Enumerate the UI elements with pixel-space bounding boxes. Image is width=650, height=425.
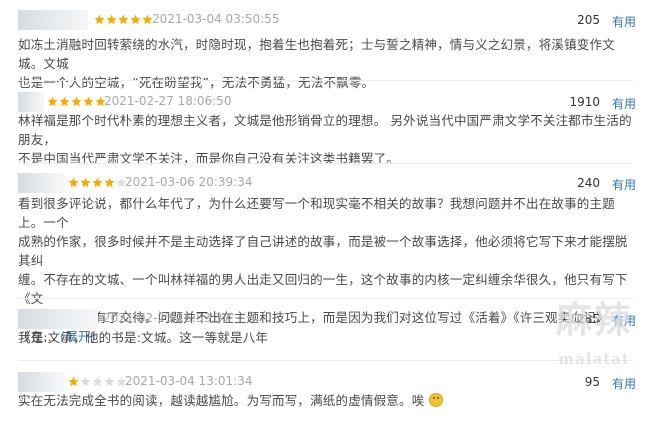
star-filled-icon — [68, 177, 79, 188]
avatar[interactable] — [18, 173, 64, 193]
avatar[interactable] — [18, 372, 64, 392]
star-filled-icon — [68, 376, 79, 387]
comment-line: 看到很多评论说，都什么年代了，为什么还要写一个和现实毫不相关的故事？我想问题并不… — [18, 196, 615, 230]
comment-time: 2021-02-27 18:06:50 — [104, 94, 232, 108]
watermark-big-text: 麻辣 — [555, 299, 632, 341]
star-filled-icon — [47, 96, 58, 107]
comment-time: 2021-02-23 16:53:37 — [103, 311, 231, 325]
star-filled-icon — [118, 14, 129, 25]
star-filled-icon — [94, 14, 105, 25]
sad-face-emoji-icon — [428, 393, 443, 407]
vote-count: 240 — [577, 176, 600, 190]
comment-line: 也是一个人的空城，“死在盼望我”，无法不勇猛，无法不飘零。 — [18, 75, 375, 90]
star-empty-icon — [80, 376, 91, 387]
star-empty-icon — [104, 376, 115, 387]
star-filled-icon — [92, 177, 103, 188]
comment-time: 2021-03-04 03:50:55 — [152, 12, 280, 26]
watermark-logo: 麻辣 malatat — [538, 288, 650, 398]
star-filled-icon — [59, 96, 70, 107]
useful-button[interactable]: 有用 — [612, 176, 636, 193]
star-filled-icon — [106, 14, 117, 25]
avatar[interactable] — [18, 10, 88, 30]
comment-line: 成熟的作家，很多时候并不是主动选择了自己讲述的故事，而是被一个故事选择，他必须将… — [18, 234, 628, 268]
useful-button[interactable]: 有用 — [612, 95, 636, 112]
comment-text: 林祥福是那个时代朴素的理想主义者，文城是他形销骨立的理想。 另外说当代中国严肃文… — [18, 111, 633, 168]
comment-line: 如冻土消融时回转萦绕的水汽，时隐时现，抱着生也抱着死；士与誓之精神，情与义之幻景… — [18, 37, 615, 71]
comment-line-text: 实在无法完成全书的阅读，越读越尴尬。为写而写，满纸的虚情假意。唉 — [18, 393, 425, 408]
comment-time: 2021-03-04 13:01:34 — [125, 374, 253, 388]
rating-stars — [94, 14, 153, 26]
rating-stars — [68, 376, 127, 388]
avatar[interactable] — [18, 92, 44, 112]
comment-line: 不是中国当代严肃文学不关注，而是你自己没有关注这类书籍罢了。 — [18, 151, 400, 166]
rating-stars — [47, 96, 106, 108]
comment-text: 如冻土消融时回转萦绕的水汽，时隐时现，抱着生也抱着死；士与誓之精神，情与义之幻景… — [18, 35, 633, 92]
divider — [18, 80, 633, 81]
vote-count: 205 — [577, 13, 600, 27]
comment-time: 2021-03-06 20:39:34 — [125, 175, 253, 189]
watermark-small-text: malatat — [558, 350, 630, 368]
star-filled-icon — [83, 96, 94, 107]
rating-stars — [68, 177, 127, 189]
star-empty-icon — [92, 376, 103, 387]
star-filled-icon — [130, 14, 141, 25]
vote-count: 1910 — [569, 95, 600, 109]
comment-line: 林祥福是那个时代朴素的理想主义者，文城是他形销骨立的理想。 另外说当代中国严肃文… — [18, 113, 632, 147]
divider — [18, 163, 633, 164]
star-filled-icon — [80, 177, 91, 188]
star-filled-icon — [104, 177, 115, 188]
useful-button[interactable]: 有用 — [612, 13, 636, 30]
avatar[interactable] — [18, 309, 98, 329]
star-filled-icon — [71, 96, 82, 107]
